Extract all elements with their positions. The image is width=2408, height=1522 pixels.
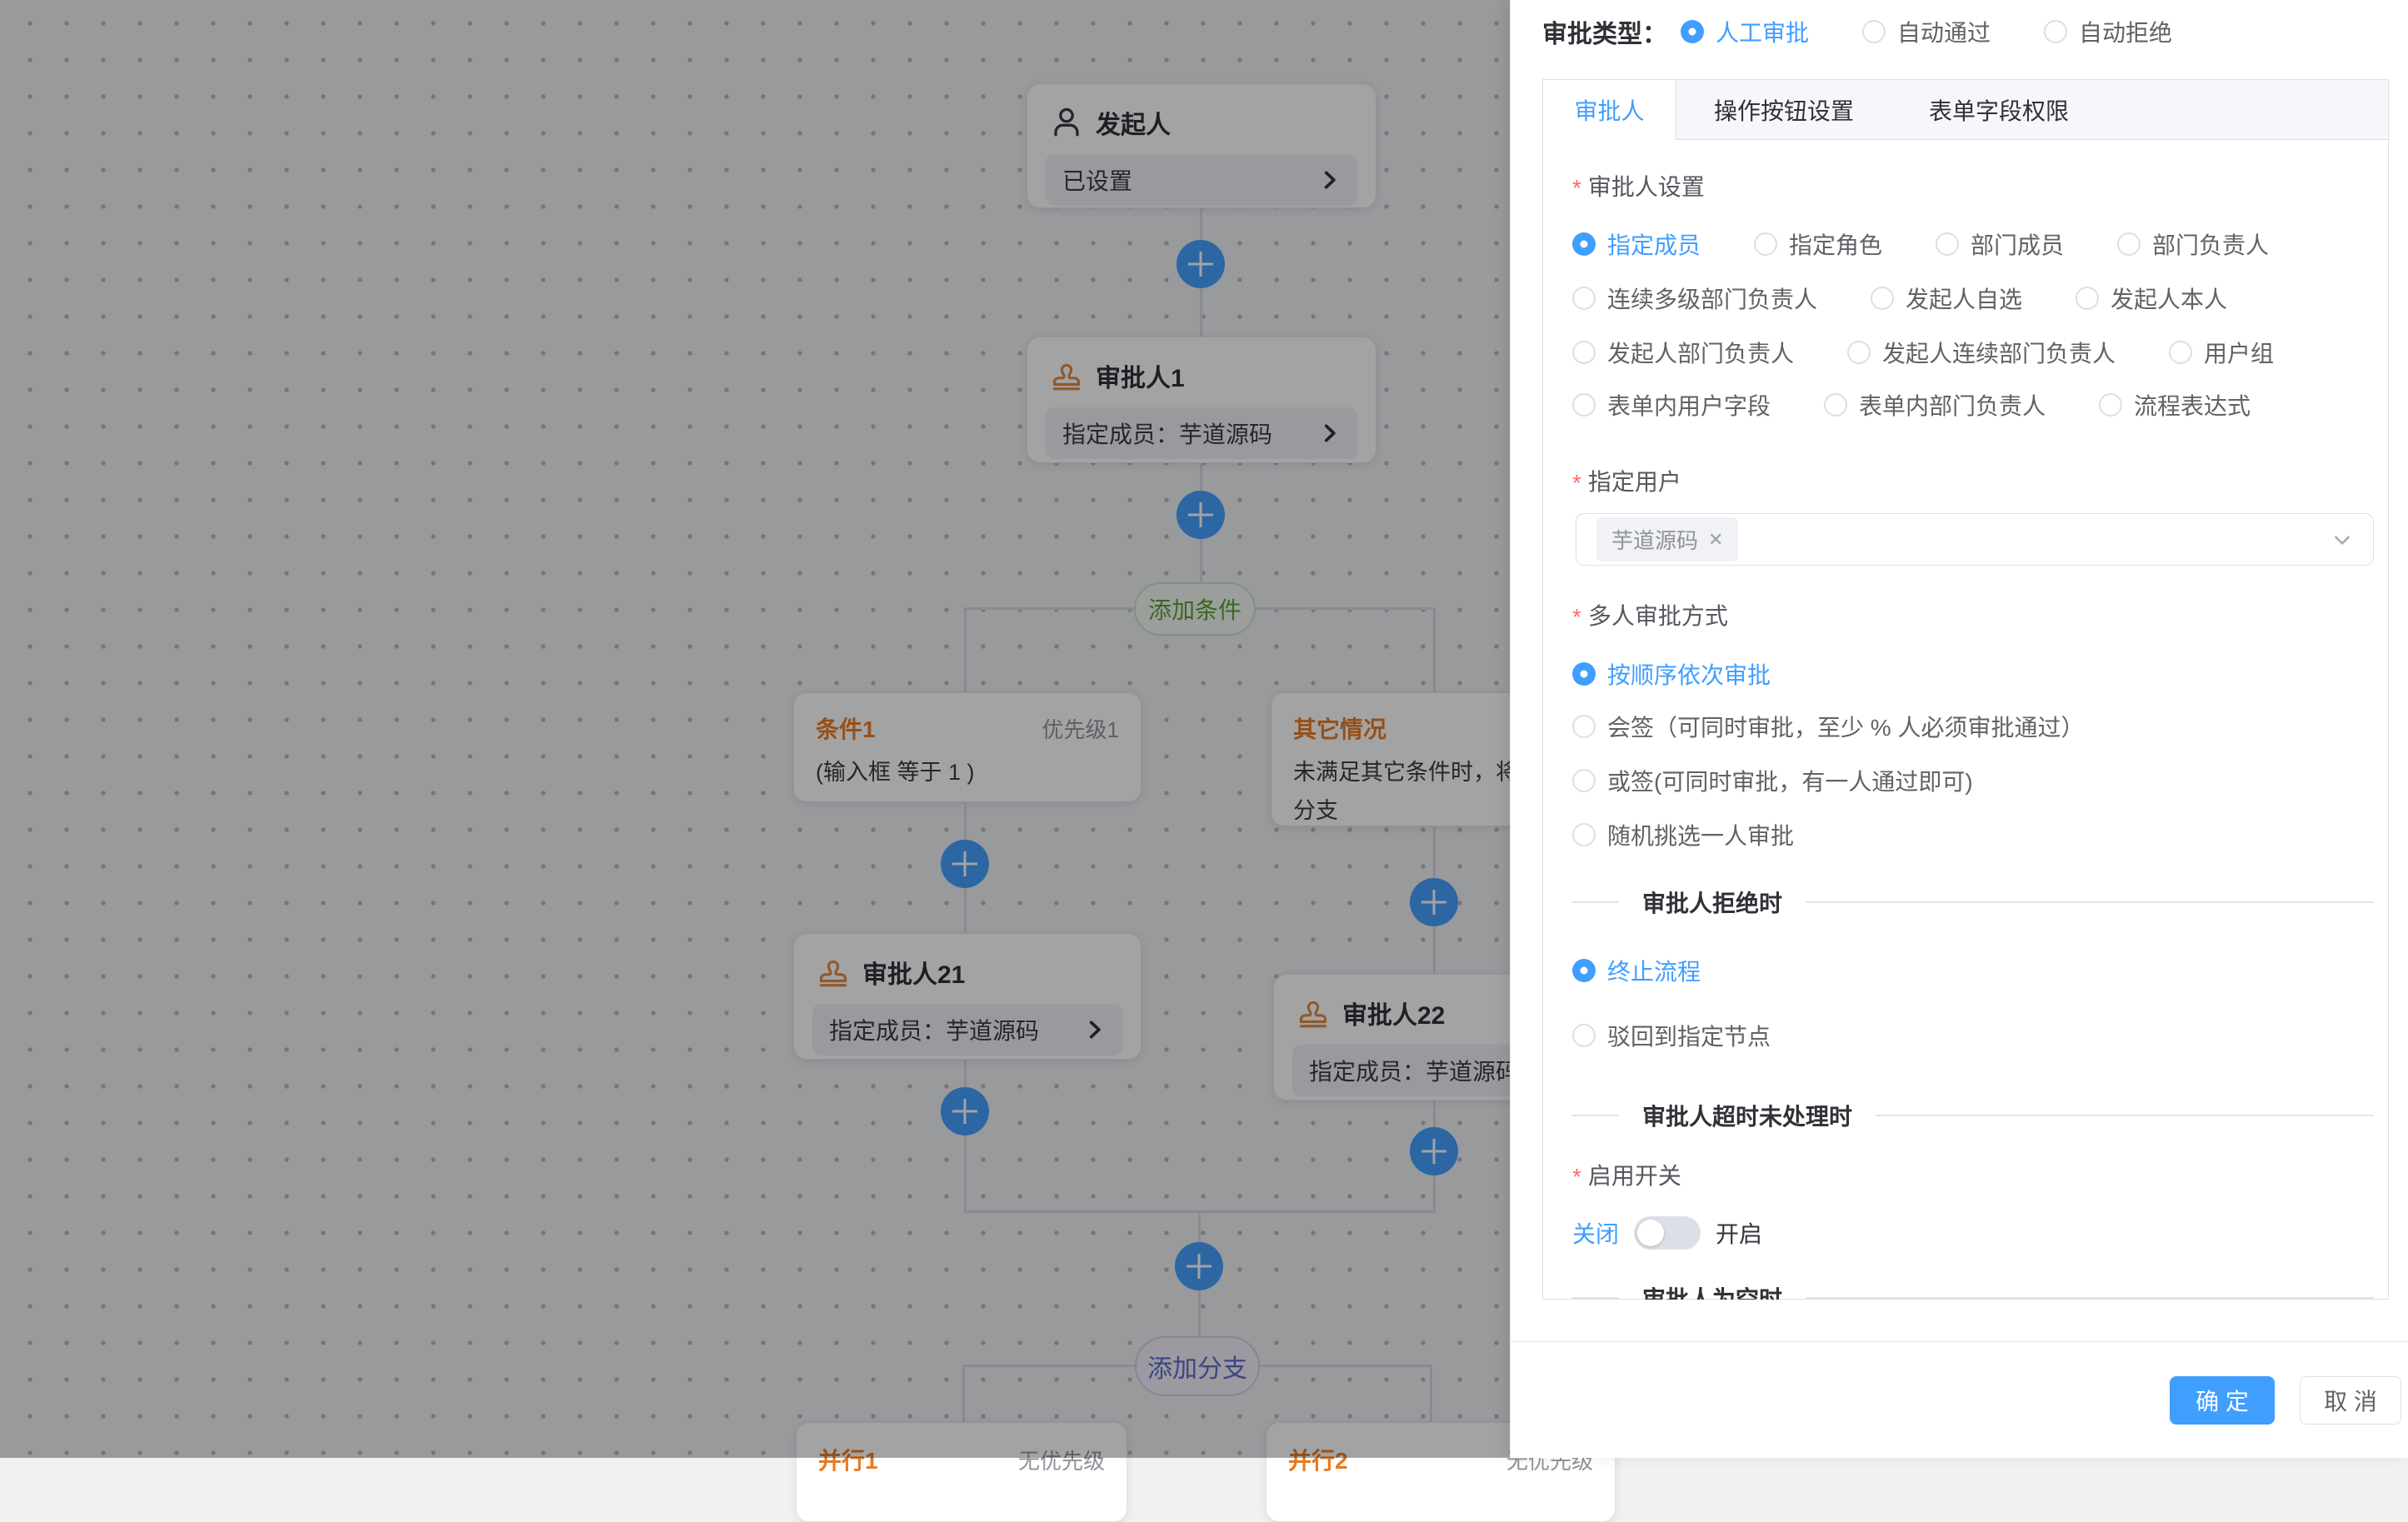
radio-initiator-select[interactable]: 发起人自选 [1871, 282, 2022, 315]
empty-section-title: 审批人为空时 [1619, 1281, 1806, 1300]
radio-user-group[interactable]: 用户组 [2169, 336, 2274, 369]
timeout-section-title: 审批人超时未处理时 [1619, 1099, 1876, 1132]
switch-off-label: 关闭 [1572, 1216, 1619, 1250]
radio-dot [1572, 287, 1596, 310]
radio-dot [1572, 715, 1596, 738]
radio-countersign[interactable]: 会签（可同时审批，至少 % 人必须审批通过） [1572, 710, 2084, 743]
radio-form-user-field[interactable]: 表单内用户字段 [1572, 388, 1771, 422]
radio-dot [2169, 341, 2192, 364]
chevron-down-icon [2331, 529, 2353, 551]
approver-setting-radio-row: 指定成员 指定角色 部门成员 部门负责人 [1572, 227, 2269, 261]
radio-initiator-consecutive-dept-leader[interactable]: 发起人连续部门负责人 [1847, 336, 2116, 369]
radio-dot [1754, 232, 1777, 256]
approver-setting-radio-row: 表单内用户字段 表单内部门负责人 流程表达式 [1572, 388, 2251, 422]
radio-dot [1572, 823, 1596, 846]
radio-dot [1572, 341, 1596, 364]
tab-approver[interactable]: 审批人 [1543, 80, 1676, 140]
switch-on-label: 开启 [1716, 1216, 1762, 1250]
radio-dot [1681, 20, 1704, 43]
radio-dot [1847, 341, 1871, 364]
radio-dot [1936, 232, 1959, 256]
radio-random-one[interactable]: 随机挑选一人审批 [1572, 818, 1794, 851]
radio-manual-approve[interactable]: 人工审批 [1681, 15, 1809, 48]
radio-initiator-self[interactable]: 发起人本人 [2076, 282, 2227, 315]
radio-dept-leader[interactable]: 部门负责人 [2117, 227, 2269, 261]
cancel-button[interactable]: 取 消 [2300, 1376, 2401, 1425]
tab-header: 审批人 操作按钮设置 表单字段权限 [1543, 80, 2388, 140]
assign-user-select[interactable]: 芋道源码 ✕ [1576, 513, 2374, 566]
approver-setting-label: 审批人设置 [1572, 169, 1705, 202]
approver-setting-radio-row: 发起人部门负责人 发起人连续部门负责人 用户组 [1572, 336, 2274, 369]
radio-auto-reject[interactable]: 自动拒绝 [2044, 15, 2172, 48]
radio-dot [1572, 769, 1596, 792]
approver-settings-drawer: 审批类型： 人工审批 自动通过 自动拒绝 审批人 [1510, 0, 2408, 1458]
drawer-body[interactable]: 审批类型： 人工审批 自动通过 自动拒绝 审批人 [1511, 0, 2408, 1300]
radio-dot [2117, 232, 2141, 256]
approve-type-row: 审批类型： 人工审批 自动通过 自动拒绝 [1542, 12, 2172, 52]
radio-orsign[interactable]: 或签(可同时审批，有一人通过即可) [1572, 764, 1973, 797]
radio-dot [1572, 393, 1596, 417]
radio-dot [2099, 393, 2122, 417]
radio-auto-pass[interactable]: 自动通过 [1862, 15, 1991, 48]
multi-approve-label: 多人审批方式 [1572, 598, 1728, 631]
reject-section-title: 审批人拒绝时 [1619, 886, 1806, 919]
enable-switch-label: 启用开关 [1572, 1158, 1681, 1191]
approve-type-label: 审批类型： [1542, 13, 1667, 50]
radio-dot [1871, 287, 1894, 310]
timeout-section-divider: 审批人超时未处理时 [1572, 1099, 2374, 1132]
reject-section-divider: 审批人拒绝时 [1572, 886, 2374, 919]
radio-dot [2044, 20, 2067, 43]
tab-form-field-permission[interactable]: 表单字段权限 [1891, 80, 2106, 139]
radio-dot [1572, 232, 1596, 256]
radio-dept-member[interactable]: 部门成员 [1936, 227, 2064, 261]
approver-setting-radio-row: 连续多级部门负责人 发起人自选 发起人本人 [1572, 282, 2227, 315]
timeout-switch-row: 关闭 开启 [1572, 1211, 1762, 1255]
radio-specify-role[interactable]: 指定角色 [1754, 227, 1882, 261]
radio-terminate-process[interactable]: 终止流程 [1572, 954, 1701, 987]
radio-dot [2076, 287, 2099, 310]
radio-dot [1572, 1024, 1596, 1047]
radio-sequential-approve[interactable]: 按顺序依次审批 [1572, 657, 1771, 691]
remove-tag-icon[interactable]: ✕ [1708, 529, 1723, 551]
empty-section-divider: 审批人为空时 [1572, 1281, 2374, 1300]
radio-process-expression[interactable]: 流程表达式 [2099, 388, 2251, 422]
assign-user-label: 指定用户 [1572, 464, 1681, 497]
radio-dot [1824, 393, 1847, 417]
radio-dot [1572, 662, 1596, 686]
radio-dot [1572, 959, 1596, 982]
timeout-toggle[interactable] [1634, 1216, 1701, 1250]
selected-user-tag: 芋道源码 ✕ [1596, 517, 1738, 561]
confirm-button[interactable]: 确 定 [2170, 1376, 2275, 1425]
tab-button-settings[interactable]: 操作按钮设置 [1676, 80, 1891, 139]
radio-return-to-node[interactable]: 驳回到指定节点 [1572, 1019, 1771, 1052]
radio-dot [1862, 20, 1886, 43]
toggle-knob [1637, 1220, 1664, 1246]
radio-multi-level-dept-leader[interactable]: 连续多级部门负责人 [1572, 282, 1817, 315]
radio-specify-member[interactable]: 指定成员 [1572, 227, 1701, 261]
drawer-footer: 确 定 取 消 [1511, 1341, 2408, 1458]
radio-initiator-dept-leader[interactable]: 发起人部门负责人 [1572, 336, 1794, 369]
radio-form-dept-leader[interactable]: 表单内部门负责人 [1824, 388, 2046, 422]
